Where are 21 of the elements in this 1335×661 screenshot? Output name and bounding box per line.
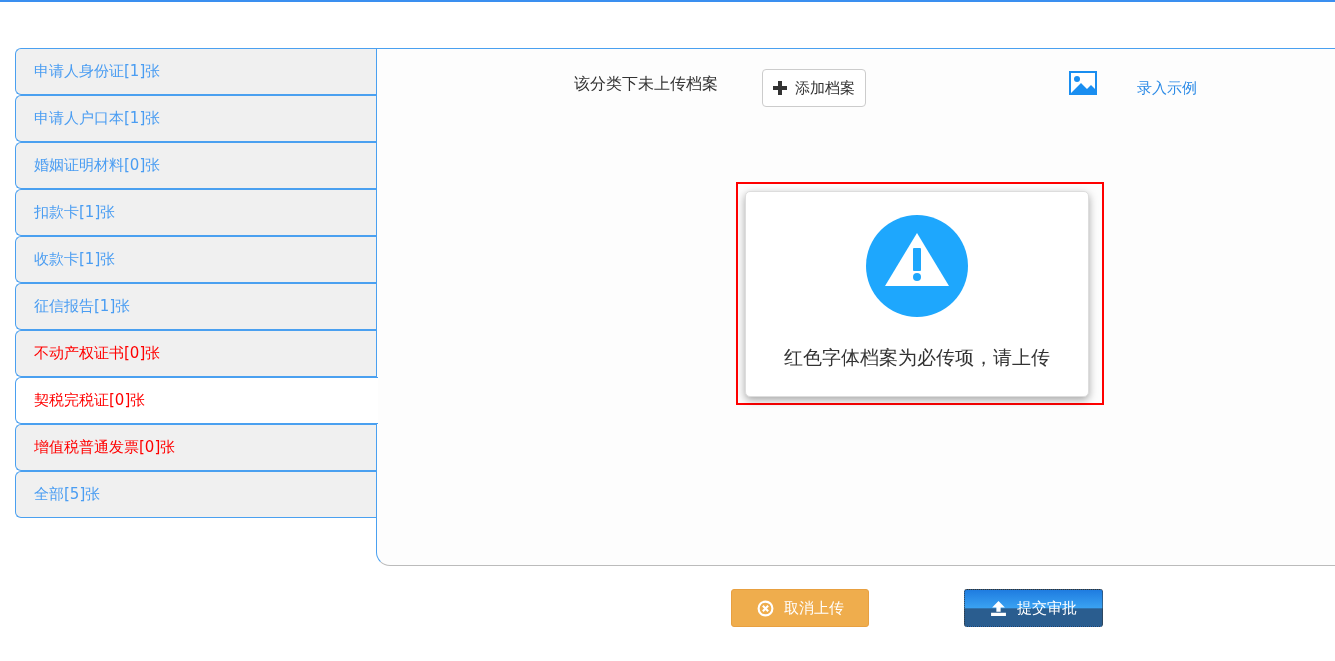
- example-link[interactable]: 录入示例: [1137, 78, 1197, 98]
- category-tab[interactable]: 征信报告[1]张: [15, 283, 376, 330]
- cancel-upload-button[interactable]: 取消上传: [731, 589, 869, 627]
- category-tab[interactable]: 收款卡[1]张: [15, 236, 376, 283]
- alert-message: 红色字体档案为必传项，请上传: [784, 345, 1050, 370]
- upload-icon: [990, 599, 1007, 617]
- empty-message: 该分类下未上传档案: [574, 73, 718, 95]
- category-tab[interactable]: 全部[5]张: [15, 471, 376, 518]
- category-tab[interactable]: 契税完税证[0]张: [15, 377, 378, 424]
- submit-approval-button[interactable]: 提交审批: [964, 589, 1103, 627]
- category-tab[interactable]: 申请人户口本[1]张: [15, 95, 376, 142]
- warning-icon: [866, 215, 968, 317]
- plus-icon: [773, 81, 787, 95]
- category-tab[interactable]: 婚姻证明材料[0]张: [15, 142, 376, 189]
- category-tab[interactable]: 不动产权证书[0]张: [15, 330, 376, 377]
- category-tab[interactable]: 增值税普通发票[0]张: [15, 424, 376, 471]
- category-tab[interactable]: 扣款卡[1]张: [15, 189, 376, 236]
- category-tab[interactable]: 申请人身份证[1]张: [15, 48, 376, 95]
- add-archive-button[interactable]: 添加档案: [762, 69, 866, 107]
- cancel-icon: [756, 599, 774, 617]
- image-icon[interactable]: [1069, 71, 1097, 95]
